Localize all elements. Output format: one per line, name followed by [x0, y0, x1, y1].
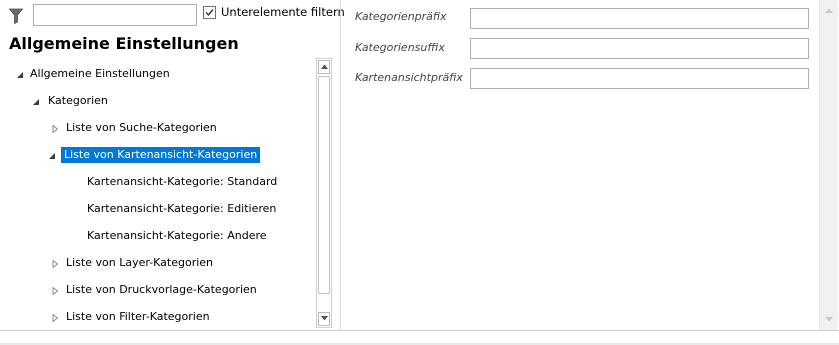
settings-tree: Allgemeine Einstellungen Kategorien List… [0, 58, 316, 330]
arrow-down-icon [321, 316, 328, 321]
tree-node-label[interactable]: Liste von Layer-Kategorien [63, 255, 216, 271]
tree-node-label[interactable]: Kategorien [45, 93, 111, 109]
tree-node-label[interactable]: Liste von Druckvorlage-Kategorien [63, 282, 260, 298]
properties-scrollbar[interactable] [819, 0, 838, 330]
checkmark-icon [205, 9, 214, 17]
tree-node-label[interactable]: Liste von Filter-Kategorien [63, 309, 213, 325]
tree-node-label[interactable]: Kartenansicht-Kategorie: Standard [84, 174, 280, 190]
tree-scrollbar[interactable] [316, 58, 332, 328]
expanded-triangle-icon[interactable] [16, 69, 24, 78]
filter-subitems-label[interactable]: Unterelemente filtern [221, 5, 345, 19]
collapsed-triangle-icon[interactable] [51, 258, 59, 269]
arrow-up-icon [321, 64, 328, 69]
scroll-up-button[interactable] [318, 60, 330, 74]
tree-node-label[interactable]: Kartenansicht-Kategorie: Editieren [84, 201, 279, 217]
filter-subitems-checkbox[interactable] [203, 6, 216, 19]
tree-node-label[interactable]: Allgemeine Einstellungen [27, 66, 173, 82]
pane-title: Allgemeine Einstellungen [9, 34, 239, 53]
filter-input[interactable] [33, 4, 197, 26]
scroll-thumb[interactable] [318, 76, 330, 294]
suffix-label: Kategoriensuffix [355, 41, 445, 54]
collapsed-triangle-icon[interactable] [51, 285, 59, 296]
scroll-down-button[interactable] [318, 312, 330, 326]
pane-splitter[interactable] [340, 0, 341, 330]
tree-node-label[interactable]: Kartenansicht-Kategorie: Andere [84, 228, 270, 244]
prefix-field[interactable] [470, 8, 809, 29]
collapsed-triangle-icon[interactable] [51, 123, 59, 134]
filter-icon[interactable] [8, 8, 24, 25]
map-view-prefix-label: Kartenansichtpräfix [355, 71, 463, 84]
expanded-triangle-icon[interactable] [32, 96, 40, 105]
arrow-down-icon[interactable] [825, 317, 833, 322]
expanded-triangle-icon[interactable] [48, 150, 56, 159]
arrow-up-icon[interactable] [825, 8, 833, 13]
tree-node-label[interactable]: Liste von Kartenansicht-Kategorien [61, 147, 261, 163]
collapsed-triangle-icon[interactable] [51, 312, 59, 323]
suffix-field[interactable] [470, 38, 809, 59]
map-view-prefix-field[interactable] [470, 68, 809, 89]
prefix-label: Kategorienpräfix [355, 10, 447, 23]
tree-node-label[interactable]: Liste von Suche-Kategorien [63, 120, 220, 136]
